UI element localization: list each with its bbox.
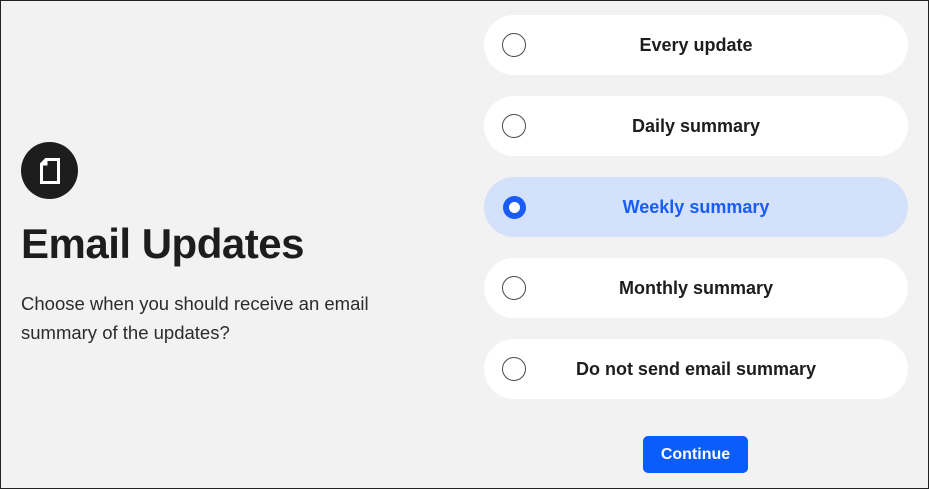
page-description: Choose when you should receive an email … — [21, 293, 369, 344]
radio-button[interactable] — [502, 114, 526, 138]
radio-button[interactable] — [503, 195, 526, 219]
radio-button[interactable] — [502, 357, 526, 381]
option-daily-summary[interactable]: Daily summary — [484, 96, 908, 156]
radio-button[interactable] — [502, 33, 526, 57]
option-label: Daily summary — [631, 115, 761, 136]
document-icon — [21, 142, 78, 199]
option-label: Monthly summary — [618, 277, 774, 298]
radio-button[interactable] — [502, 276, 526, 300]
option-label: Weekly summary — [622, 196, 770, 217]
option-label: Every update — [639, 34, 753, 55]
page-title: Email Updates — [21, 220, 304, 267]
option-weekly-summary[interactable]: Weekly summary — [484, 177, 908, 237]
option-no-email-summary[interactable]: Do not send email summary — [484, 339, 908, 399]
option-label: Do not send email summary — [575, 358, 817, 379]
option-every-update[interactable]: Every update — [484, 15, 908, 75]
frequency-options: Every update Daily summary Weekly summar… — [484, 15, 908, 420]
continue-button[interactable]: Continue — [643, 436, 748, 473]
option-monthly-summary[interactable]: Monthly summary — [484, 258, 908, 318]
intro-panel: Email Updates Choose when you should rec… — [21, 142, 441, 347]
email-updates-screen: Email Updates Choose when you should rec… — [0, 0, 929, 489]
